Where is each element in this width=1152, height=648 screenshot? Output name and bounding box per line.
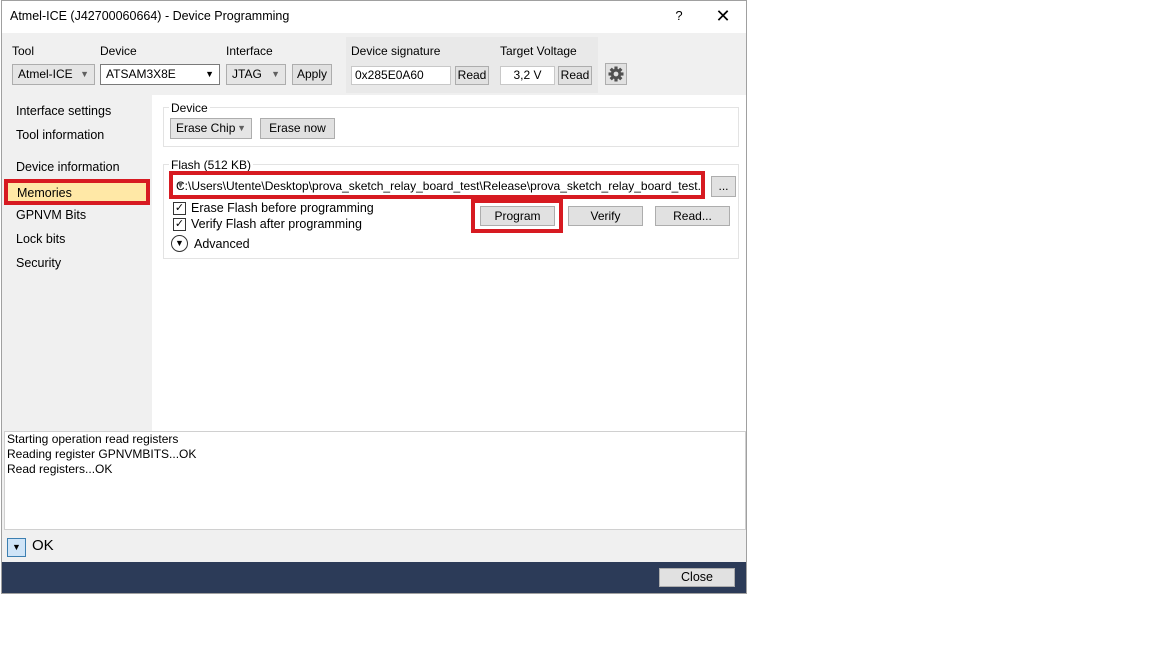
chevron-down-icon: ▼ <box>237 123 246 133</box>
expand-advanced-icon[interactable]: ▼ <box>171 235 188 252</box>
operation-log: Starting operation read registers Readin… <box>4 431 746 530</box>
sidebar-item-tool-information[interactable]: Tool information <box>16 128 104 142</box>
title-bar: Atmel-ICE (J42700060664) - Device Progra… <box>2 1 746 33</box>
sidebar-item-interface-settings[interactable]: Interface settings <box>16 104 111 118</box>
erase-mode-select[interactable]: Erase Chip ▼ <box>170 118 252 139</box>
sidebar-item-device-information[interactable]: Device information <box>16 160 120 174</box>
device-label: Device <box>100 44 137 58</box>
interface-label: Interface <box>226 44 273 58</box>
tool-select[interactable]: Atmel-ICE ▼ <box>12 64 95 85</box>
window-title: Atmel-ICE (J42700060664) - Device Progra… <box>10 9 290 23</box>
apply-button[interactable]: Apply <box>292 64 332 85</box>
signature-label: Device signature <box>351 44 441 58</box>
verify-button[interactable]: Verify <box>568 206 643 226</box>
tool-label: Tool <box>12 44 35 58</box>
chevron-down-icon: ▼ <box>205 69 214 79</box>
device-programming-window: Atmel-ICE (J42700060664) - Device Progra… <box>1 0 747 594</box>
browse-button[interactable]: ... <box>711 176 736 197</box>
settings-button[interactable] <box>605 63 627 85</box>
erase-now-button[interactable]: Erase now <box>260 118 335 139</box>
interface-select-value: JTAG <box>232 67 262 81</box>
sidebar-item-gpnvm-bits[interactable]: GPNVM Bits <box>16 208 86 222</box>
close-button[interactable]: Close <box>659 568 735 587</box>
chevron-down-icon: ▼ <box>176 180 185 190</box>
tool-select-value: Atmel-ICE <box>18 67 73 81</box>
sidebar-item-memories[interactable]: Memories <box>4 179 150 205</box>
voltage-label: Target Voltage <box>500 44 577 58</box>
chevron-down-icon: ▼ <box>271 69 280 79</box>
sidebar: Interface settings Tool information Devi… <box>2 95 151 431</box>
device-select[interactable]: ATSAM3X8E ▼ <box>100 64 220 85</box>
read-signature-button[interactable]: Read <box>455 66 489 85</box>
help-button[interactable]: ? <box>656 1 702 31</box>
log-line: Read registers...OK <box>7 462 113 476</box>
chevron-down-icon: ▼ <box>12 542 21 552</box>
gear-icon <box>608 66 624 82</box>
sidebar-item-lock-bits[interactable]: Lock bits <box>16 232 65 246</box>
verify-after-checkbox[interactable]: ✓ <box>173 218 186 231</box>
read-button[interactable]: Read... <box>655 206 730 226</box>
device-select-value: ATSAM3X8E <box>106 67 176 81</box>
sidebar-item-security[interactable]: Security <box>16 256 61 270</box>
status-bar: ▼ OK <box>2 532 746 562</box>
toolbar: Tool Atmel-ICE ▼ Device ATSAM3X8E ▼ Inte… <box>2 33 746 95</box>
footer: Close <box>2 562 746 593</box>
interface-select[interactable]: JTAG ▼ <box>226 64 286 85</box>
log-line: Reading register GPNVMBITS...OK <box>7 447 197 461</box>
signature-field: 0x285E0A60 <box>351 66 451 85</box>
device-group-title: Device <box>169 101 210 115</box>
flash-file-input[interactable]: C:\Users\Utente\Desktop\prova_sketch_rel… <box>169 171 705 199</box>
advanced-label[interactable]: Advanced <box>194 237 250 251</box>
expand-log-button[interactable]: ▼ <box>7 538 26 557</box>
erase-before-label: Erase Flash before programming <box>191 201 374 215</box>
close-window-button[interactable]: ✕ <box>700 1 746 31</box>
voltage-field: 3,2 V <box>500 66 555 85</box>
flash-group-title: Flash (512 KB) <box>169 158 254 172</box>
log-line: Starting operation read registers <box>7 432 179 446</box>
status-text: OK <box>32 537 54 554</box>
program-button[interactable]: Program <box>480 206 555 226</box>
erase-before-checkbox[interactable]: ✓ <box>173 202 186 215</box>
read-voltage-button[interactable]: Read <box>558 66 592 85</box>
verify-after-label: Verify Flash after programming <box>191 217 362 231</box>
sidebar-item-label: Memories <box>17 186 72 200</box>
erase-mode-value: Erase Chip <box>176 121 236 135</box>
chevron-down-icon: ▼ <box>80 69 89 79</box>
